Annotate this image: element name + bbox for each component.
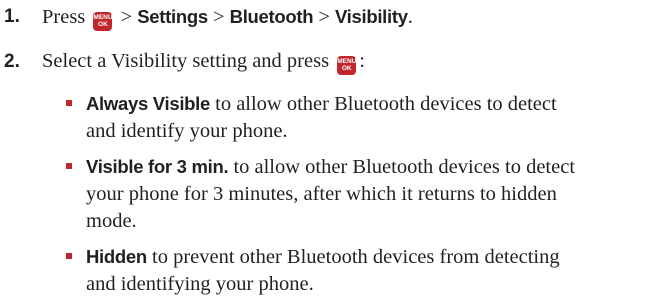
bullet-square-icon	[66, 163, 72, 169]
bullet-square-icon	[66, 100, 72, 106]
option-description: to allow other Bluetooth devices to dete…	[228, 156, 576, 178]
colon: :	[359, 50, 365, 72]
option-text: Hidden to prevent other Bluetooth device…	[86, 243, 656, 298]
bluetooth-menu-label: Bluetooth	[229, 6, 314, 27]
menu-ok-key-icon: MENU OK	[337, 55, 356, 75]
option-description-cont: your phone for 3 minutes, after which it…	[86, 183, 557, 205]
option-description: to prevent other Bluetooth devices from …	[146, 246, 560, 268]
press-text: Press	[42, 6, 86, 28]
instruction-page: 1. Press MENU OK > Settings > Bluetooth >…	[0, 0, 656, 295]
step-number: 1.	[4, 6, 20, 27]
option-description-cont: mode.	[86, 210, 137, 232]
step-number: 2.	[4, 51, 20, 72]
option-term: Hidden	[86, 246, 147, 267]
option-text: Visible for 3 min. to allow other Blueto…	[86, 153, 656, 235]
menu-ok-key-icon: MENU OK	[93, 11, 113, 31]
option-description-cont: and identify your phone.	[86, 120, 288, 142]
option-text: Always Visible to allow other Bluetooth …	[86, 90, 656, 145]
separator: >	[318, 6, 330, 28]
period: .	[407, 6, 413, 28]
option-description-cont: and identifying your phone.	[86, 273, 314, 295]
option-term: Visible for 3 min.	[86, 156, 229, 177]
option-term: Always Visible	[86, 93, 210, 114]
settings-menu-label: Settings	[137, 6, 208, 27]
bullet-square-icon	[66, 253, 72, 259]
select-text: Select a Visibility setting and press	[42, 50, 330, 72]
separator: >	[212, 6, 225, 28]
option-description: to allow other Bluetooth devices to dete…	[210, 93, 557, 115]
step-text: Select a Visibility setting and press ME…	[42, 48, 365, 75]
step-text: Press MENU OK > Settings > Bluetooth > Vis…	[42, 3, 413, 31]
visibility-menu-label: Visibility	[334, 6, 408, 27]
separator: >	[120, 6, 133, 28]
